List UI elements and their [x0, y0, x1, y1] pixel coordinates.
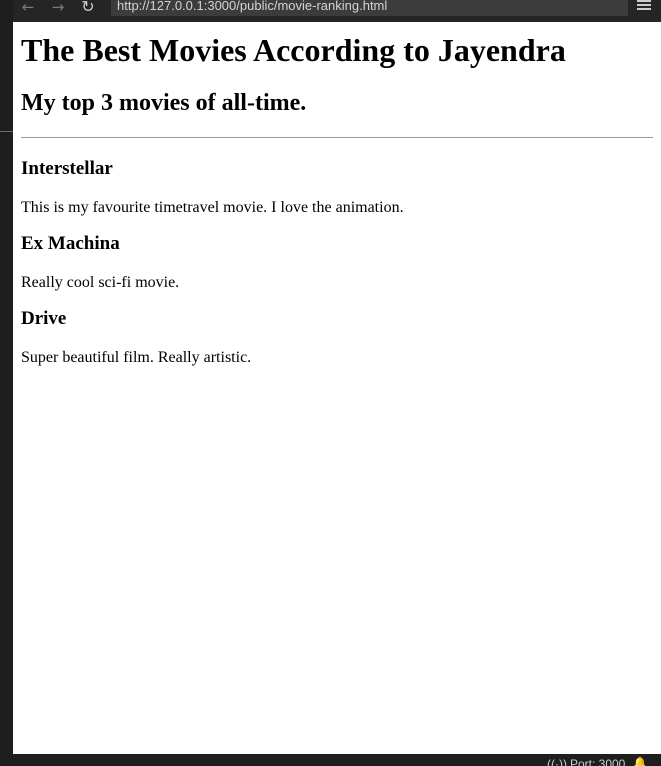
port-status[interactable]: ((·)) Port: 3000: [547, 758, 625, 766]
page-subtitle: My top 3 movies of all-time.: [21, 90, 307, 116]
movie-title: Ex Machina: [21, 233, 120, 254]
menu-icon-bar: [637, 0, 651, 2]
status-bar: ((·)) Port: 3000 🔔: [0, 754, 661, 766]
reload-icon[interactable]: ↻: [73, 0, 103, 15]
movie-description: Really cool sci-fi movie.: [21, 274, 180, 291]
menu-icon-bar: [637, 4, 651, 6]
notification-bell-icon[interactable]: 🔔: [633, 757, 647, 766]
menu-icon-bar: [637, 8, 651, 10]
browser-preview-window: ← → ↻ http://127.0.0.1:3000/public/movie…: [0, 0, 661, 766]
movie-entry: Drive Super beautiful film. Really artis…: [13, 308, 661, 368]
movie-description: This is my favourite timetravel movie. I…: [21, 199, 404, 216]
page-viewport: The Best Movies According to Jayendra My…: [13, 22, 661, 754]
page-title: The Best Movies According to Jayendra: [21, 32, 566, 68]
movie-description: Super beautiful film. Really artistic.: [21, 349, 252, 366]
editor-divider: [0, 131, 13, 132]
browser-toolbar: ← → ↻ http://127.0.0.1:3000/public/movie…: [13, 0, 661, 22]
horizontal-rule: [21, 137, 653, 138]
menu-icon[interactable]: [637, 0, 651, 10]
broadcast-icon: ((·)): [547, 757, 567, 766]
forward-arrow-icon[interactable]: →: [43, 0, 73, 15]
back-arrow-icon[interactable]: ←: [13, 0, 43, 15]
movie-entry: Interstellar This is my favourite timetr…: [13, 158, 661, 218]
movie-entry: Ex Machina Really cool sci-fi movie.: [13, 233, 661, 293]
editor-side-strip: [0, 0, 13, 754]
port-label: Port: 3000: [569, 757, 626, 766]
movie-title: Interstellar: [21, 158, 113, 179]
movie-title: Drive: [21, 308, 67, 329]
address-bar[interactable]: http://127.0.0.1:3000/public/movie-ranki…: [111, 0, 628, 16]
